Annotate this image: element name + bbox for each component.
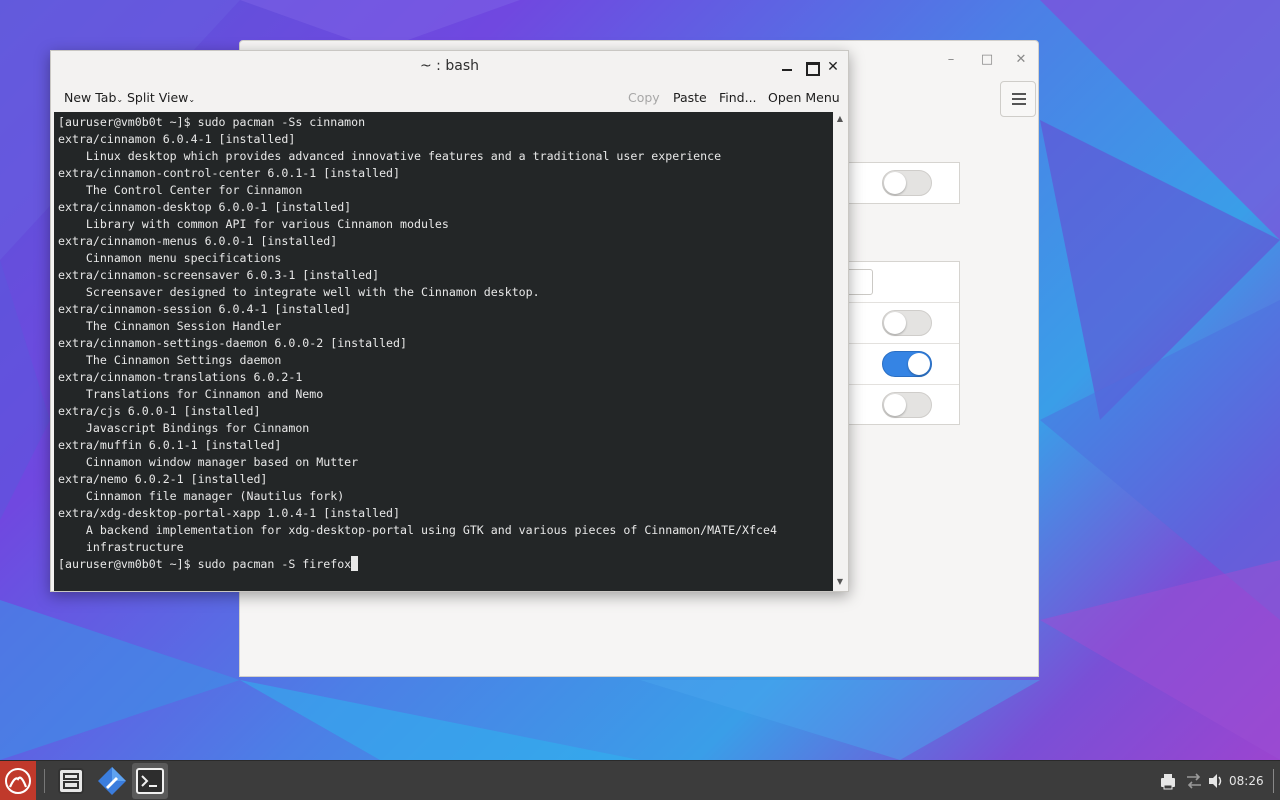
start-menu-button[interactable]: [0, 761, 36, 800]
dropdown-arrow-icon: ⌄: [188, 95, 196, 104]
find-button[interactable]: Find...: [719, 90, 757, 105]
terminal-scrollbar[interactable]: ▲ ▼: [833, 112, 847, 591]
file-manager-icon: [58, 768, 84, 794]
terminal-line: extra/nemo 6.0.2-1 [installed]: [58, 472, 268, 486]
toggle-knob: [884, 394, 906, 416]
printer-icon: [1161, 774, 1175, 790]
settings-launcher[interactable]: [94, 763, 130, 799]
terminal-line: The Control Center for Cinnamon: [58, 183, 303, 197]
window-title: ~ : bash: [420, 58, 479, 74]
terminal-titlebar[interactable]: ~ : bash ✕: [51, 51, 848, 83]
maximize-icon[interactable]: □: [976, 49, 998, 71]
copy-button[interactable]: Copy: [628, 90, 660, 105]
show-desktop-handle[interactable]: [1268, 761, 1280, 800]
minimize-button[interactable]: [777, 57, 797, 77]
scroll-down-icon[interactable]: ▼: [835, 577, 845, 586]
terminal-prompt-line: [auruser@vm0b0t ~]$ sudo pacman -S firef…: [58, 556, 777, 573]
terminal-line: extra/cinnamon-screensaver 6.0.3-1 [inst…: [58, 268, 380, 282]
file-manager-launcher[interactable]: [53, 763, 89, 799]
toggle-switch[interactable]: [882, 310, 932, 336]
terminal-line: Cinnamon file manager (Nautilus fork): [58, 489, 345, 503]
terminal-launcher[interactable]: [132, 763, 168, 799]
split-view-label: Split View: [127, 90, 189, 105]
terminal-output[interactable]: [auruser@vm0b0t ~]$ sudo pacman -Ss cinn…: [54, 112, 833, 591]
network-icon: [1187, 773, 1201, 789]
terminal-line: extra/muffin 6.0.1-1 [installed]: [58, 438, 282, 452]
toggle-switch[interactable]: [882, 170, 932, 196]
terminal-window: ~ : bash ✕ New Tab⌄ Split View⌄ Copy Pas…: [50, 50, 849, 592]
terminal-line: extra/cjs 6.0.0-1 [installed]: [58, 404, 261, 418]
terminal-line: extra/cinnamon-translations 6.0.2-1: [58, 370, 303, 384]
taskbar-separator: [44, 769, 45, 793]
terminal-toolbar: New Tab⌄ Split View⌄ Copy Paste Find... …: [51, 85, 848, 111]
terminal-line: extra/xdg-desktop-portal-xapp 1.0.4-1 [i…: [58, 506, 401, 520]
toggle-switch[interactable]: [882, 392, 932, 418]
toggle-knob: [884, 172, 906, 194]
maximize-button[interactable]: [801, 57, 821, 77]
terminal-line: extra/cinnamon-desktop 6.0.0-1 [installe…: [58, 200, 352, 214]
terminal-line: Linux desktop which provides advanced in…: [58, 149, 722, 163]
toggle-knob: [884, 312, 906, 334]
terminal-line: The Cinnamon Settings daemon: [58, 353, 282, 367]
split-view-button[interactable]: Split View⌄: [127, 90, 195, 105]
taskbar: 08:26: [0, 760, 1280, 800]
terminal-line: extra/cinnamon-session 6.0.4-1 [installe…: [58, 302, 352, 316]
paste-button[interactable]: Paste: [673, 90, 707, 105]
network-tray-item[interactable]: [1184, 761, 1204, 800]
terminal-line: The Cinnamon Session Handler: [58, 319, 282, 333]
terminal-line: Cinnamon menu specifications: [58, 251, 282, 265]
terminal-line: Javascript Bindings for Cinnamon: [58, 421, 310, 435]
terminal-line: extra/cinnamon-control-center 6.0.1-1 [i…: [58, 166, 401, 180]
dropdown-arrow-icon: ⌄: [116, 95, 124, 104]
settings-icon: [98, 767, 126, 795]
volume-tray-item[interactable]: [1206, 761, 1226, 800]
start-menu-icon: [5, 768, 31, 794]
terminal-line: extra/cinnamon 6.0.4-1 [installed]: [58, 132, 296, 146]
terminal-line: extra/cinnamon-menus 6.0.0-1 [installed]: [58, 234, 338, 248]
minimize-icon[interactable]: –: [940, 49, 962, 71]
clock[interactable]: 08:26: [1229, 761, 1264, 800]
handle-divider: [1273, 769, 1274, 793]
toggle-switch[interactable]: [882, 351, 932, 377]
new-tab-button[interactable]: New Tab⌄: [64, 90, 123, 105]
terminal-line: Cinnamon window manager based on Mutter: [58, 455, 359, 469]
volume-icon: [1209, 774, 1222, 788]
terminal-line: A backend implementation for xdg-desktop…: [58, 523, 777, 537]
open-menu-button[interactable]: Open Menu: [768, 90, 840, 105]
terminal-line: Translations for Cinnamon and Nemo: [58, 387, 324, 401]
toggle-knob: [908, 353, 930, 375]
terminal-text: [auruser@vm0b0t ~]$ sudo pacman -Ss cinn…: [58, 114, 777, 573]
close-button[interactable]: ✕: [823, 57, 843, 77]
terminal-line: [auruser@vm0b0t ~]$ sudo pacman -Ss cinn…: [58, 115, 366, 129]
close-icon[interactable]: ✕: [1010, 49, 1032, 71]
text-cursor: [351, 556, 359, 571]
hamburger-menu-button[interactable]: [1000, 81, 1036, 117]
scroll-up-icon[interactable]: ▲: [835, 114, 845, 123]
terminal-line: infrastructure: [58, 540, 184, 554]
prompt-text: [auruser@vm0b0t ~]$ sudo pacman -S firef…: [58, 557, 352, 571]
terminal-line: Library with common API for various Cinn…: [58, 217, 449, 231]
printer-tray-item[interactable]: [1158, 761, 1178, 800]
new-tab-label: New Tab: [64, 90, 117, 105]
terminal-line: Screensaver designed to integrate well w…: [58, 285, 540, 299]
terminal-icon: [136, 768, 164, 794]
terminal-line: extra/cinnamon-settings-daemon 6.0.0-2 […: [58, 336, 408, 350]
